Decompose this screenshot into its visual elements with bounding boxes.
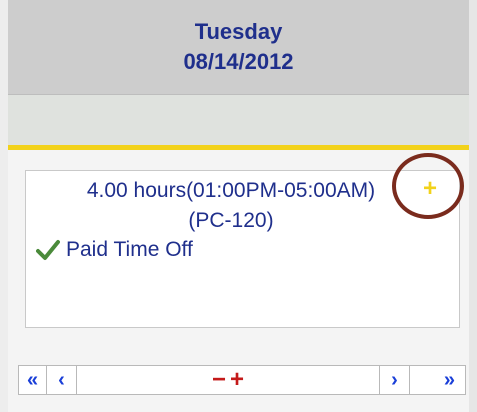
entry-pay-code: (PC-120): [188, 209, 274, 232]
day-name: Tuesday: [194, 19, 283, 44]
check-icon: [36, 239, 60, 261]
day-header: Tuesday 08/14/2012: [8, 0, 469, 95]
entry-type-row: Paid Time Off: [36, 238, 193, 262]
zoom-in-button[interactable]: +: [230, 366, 244, 394]
navigation-bar: « ‹ − + › »: [18, 365, 466, 395]
zoom-controls: − +: [77, 366, 380, 394]
summary-band: [8, 95, 469, 145]
entry-type-label: Paid Time Off: [66, 238, 193, 261]
add-entry-icon[interactable]: +: [423, 176, 437, 202]
first-page-button[interactable]: «: [19, 366, 47, 394]
previous-page-button[interactable]: ‹: [47, 366, 77, 394]
left-border: [0, 0, 8, 412]
day-date: 08/14/2012: [183, 49, 294, 74]
right-border: [469, 0, 477, 412]
day-column: Tuesday 08/14/2012 4.00 hours(01:00PM-05…: [0, 0, 477, 412]
next-page-button[interactable]: ›: [380, 366, 410, 394]
entry-hours: 4.00 hours(01:00PM-05:00AM): [86, 179, 376, 202]
time-entry-card[interactable]: 4.00 hours(01:00PM-05:00AM) (PC-120) Pai…: [25, 170, 460, 328]
zoom-out-button[interactable]: −: [212, 366, 226, 394]
last-page-button[interactable]: »: [410, 366, 465, 394]
